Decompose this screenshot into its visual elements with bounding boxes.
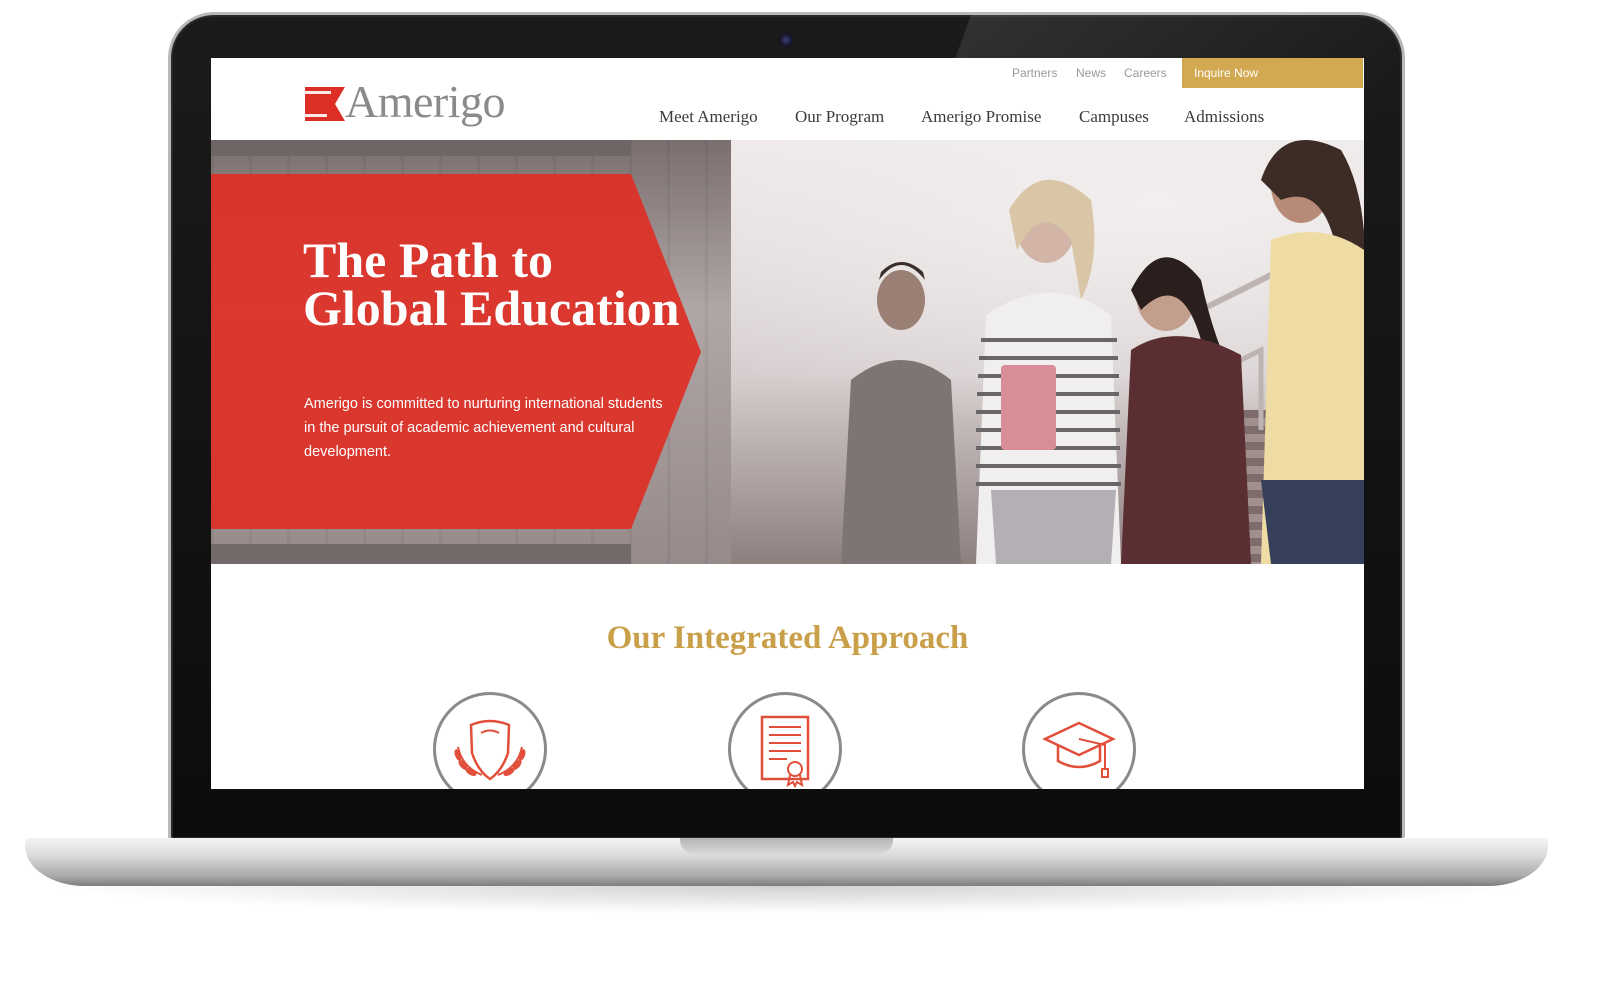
hero-banner: The Path to Global Education Amerigo is … (211, 140, 1364, 564)
graduation-cap-graphic (1042, 721, 1116, 778)
hero-top-band (211, 140, 631, 156)
certificate-icon[interactable] (728, 692, 842, 789)
laptop-opening-notch (680, 838, 893, 854)
graduation-cap-icon[interactable] (1022, 692, 1136, 789)
util-link-partners[interactable]: Partners (1012, 66, 1057, 80)
nav-campuses[interactable]: Campuses (1079, 106, 1149, 128)
main-nav: Meet Amerigo Our Program Amerigo Promise… (211, 106, 1364, 130)
nav-meet-amerigo[interactable]: Meet Amerigo (659, 106, 758, 128)
hero-description: Amerigo is committed to nurturing intern… (304, 396, 663, 460)
hero-title: The Path to Global Education (303, 232, 680, 336)
hero-red-panel (211, 174, 701, 529)
nav-admissions[interactable]: Admissions (1184, 106, 1264, 128)
camera-icon (779, 33, 793, 47)
certificate-graphic (760, 715, 810, 789)
util-link-careers[interactable]: Careers (1124, 66, 1167, 80)
inquire-now-button[interactable]: Inquire Now (1182, 58, 1363, 88)
util-link-news[interactable]: News (1076, 66, 1106, 80)
shield-laurel-icon[interactable] (433, 692, 547, 789)
hero-bottom-band (211, 544, 631, 564)
students-photo (841, 140, 1364, 564)
laptop-shadow (40, 886, 1533, 914)
nav-our-program[interactable]: Our Program (795, 106, 884, 128)
shield-laurel-graphic (454, 719, 526, 781)
website-screen: Partners News Careers Inquire Now Amerig… (211, 58, 1364, 789)
approach-heading: Our Integrated Approach (606, 620, 969, 656)
nav-amerigo-promise[interactable]: Amerigo Promise (921, 106, 1041, 128)
